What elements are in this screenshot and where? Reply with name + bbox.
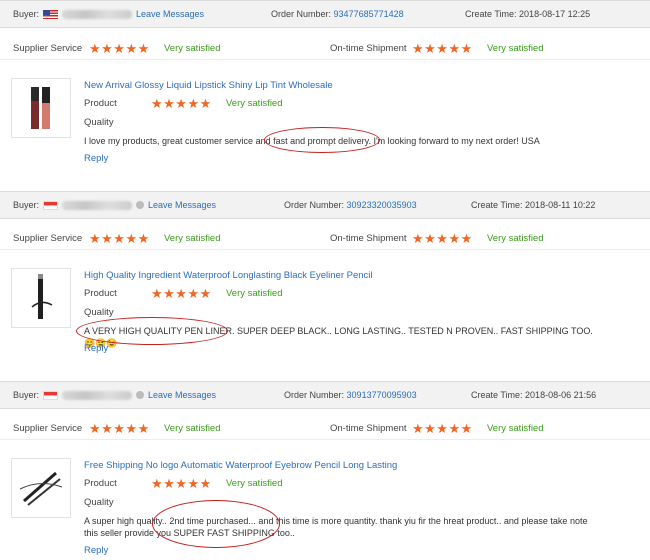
ontime-shipment-label: On-time Shipment (330, 43, 407, 54)
reply-link[interactable]: Reply (84, 153, 108, 164)
supplier-service-satisfaction: Very satisfied (164, 43, 221, 54)
leave-messages-link[interactable]: Leave Messages (136, 9, 204, 19)
product-title-link[interactable]: High Quality Ingredient Waterproof Longl… (84, 270, 373, 281)
review-1-ratings: Supplier Service ★★★★★ Very satisfied On… (0, 38, 650, 60)
quality-label: Quality (84, 307, 114, 318)
eyebrow-pencil-image (19, 471, 63, 506)
ontime-shipment-stars: ★★★★★ (412, 41, 473, 56)
lipstick-image (31, 87, 50, 129)
supplier-service-stars: ★★★★★ (89, 41, 150, 56)
quality-label: Quality (84, 497, 114, 508)
review-3-header: Buyer: Leave Messages Order Number: 3091… (0, 381, 650, 409)
sg-flag-icon (43, 390, 59, 400)
product-satisfaction: Very satisfied (226, 288, 283, 299)
product-satisfaction: Very satisfied (226, 98, 283, 109)
ontime-shipment-satisfaction: Very satisfied (487, 43, 544, 54)
order-number: Order Number: 93477685771428 (271, 9, 404, 19)
buyer-label: Buyer: (13, 200, 40, 210)
buyer-name-redacted (62, 9, 133, 19)
order-label: Order Number: (271, 9, 332, 19)
create-time: Create Time: 2018-08-11 10:22 (471, 200, 595, 210)
review-comment-line-2: this seller provide you SUPER FAST SHIPP… (84, 528, 295, 538)
product-label: Product (84, 288, 117, 299)
buyer-info: Buyer: Leave Messages (13, 200, 216, 210)
us-flag-icon (43, 9, 59, 19)
review-comment: I love my products, great customer servi… (84, 136, 540, 146)
product-satisfaction: Very satisfied (226, 478, 283, 489)
buyer-info: Buyer: Leave Messages (13, 390, 216, 400)
order-label: Order Number: (284, 390, 345, 400)
supplier-service-stars: ★★★★★ (89, 421, 150, 436)
order-label: Order Number: (284, 200, 345, 210)
product-stars: ★★★★★ (151, 286, 212, 301)
product-title-link[interactable]: Free Shipping No logo Automatic Waterpro… (84, 460, 397, 471)
order-number-link[interactable]: 93477685771428 (334, 9, 404, 19)
review-1-header: Buyer: Leave Messages Order Number: 9347… (0, 0, 650, 28)
reply-link[interactable]: Reply (84, 343, 108, 354)
product-thumbnail-eyeliner[interactable] (11, 268, 71, 328)
create-time-value: 2018-08-11 10:22 (525, 200, 596, 210)
ontime-shipment-label: On-time Shipment (330, 423, 407, 434)
sg-flag-icon (43, 200, 59, 210)
supplier-service-satisfaction: Very satisfied (164, 233, 221, 244)
create-time: Create Time: 2018-08-06 21:56 (471, 390, 596, 400)
product-label: Product (84, 478, 117, 489)
leave-messages-link[interactable]: Leave Messages (148, 390, 216, 400)
create-time-label: Create Time: (465, 9, 517, 19)
buyer-name-redacted (62, 390, 133, 400)
product-thumbnail-eyebrow-pencil[interactable] (11, 458, 71, 518)
buyer-label: Buyer: (13, 9, 40, 19)
ontime-shipment-stars: ★★★★★ (412, 421, 473, 436)
order-number: Order Number: 30923320035903 (284, 200, 417, 210)
create-time-value: 2018-08-17 12:25 (519, 9, 591, 19)
buyer-name-redacted (62, 200, 133, 210)
product-thumbnail-lipstick[interactable] (11, 78, 71, 138)
review-2-header: Buyer: Leave Messages Order Number: 3092… (0, 191, 650, 219)
product-label: Product (84, 98, 117, 109)
ontime-shipment-satisfaction: Very satisfied (487, 233, 544, 244)
buyer-avatar-icon (136, 201, 145, 209)
buyer-avatar-icon (136, 391, 145, 399)
supplier-service-label: Supplier Service (13, 423, 83, 434)
product-stars: ★★★★★ (151, 96, 212, 111)
buyer-info: Buyer: Leave Messages (13, 9, 204, 19)
create-time: Create Time: 2018-08-17 12:25 (465, 9, 590, 19)
supplier-service-label: Supplier Service (13, 43, 83, 54)
product-title-link[interactable]: New Arrival Glossy Liquid Lipstick Shiny… (84, 80, 333, 91)
review-comment-line-1: A super high quality.. 2nd time purchase… (84, 516, 588, 526)
product-stars: ★★★★★ (151, 476, 212, 491)
ontime-shipment-label: On-time Shipment (330, 233, 407, 244)
leave-messages-link[interactable]: Leave Messages (148, 200, 216, 210)
order-number: Order Number: 30913770095903 (284, 390, 417, 400)
quality-label: Quality (84, 117, 114, 128)
review-3-ratings: Supplier Service ★★★★★ Very satisfied On… (0, 418, 650, 440)
order-number-link[interactable]: 30923320035903 (347, 200, 417, 210)
create-time-label: Create Time: (471, 390, 523, 400)
order-number-link[interactable]: 30913770095903 (347, 390, 417, 400)
supplier-service-stars: ★★★★★ (89, 231, 150, 246)
eyeliner-image (31, 274, 53, 319)
reply-link[interactable]: Reply (84, 545, 108, 556)
create-time-value: 2018-08-06 21:56 (525, 390, 597, 400)
buyer-label: Buyer: (13, 390, 40, 400)
supplier-service-satisfaction: Very satisfied (164, 423, 221, 434)
review-2-ratings: Supplier Service ★★★★★ Very satisfied On… (0, 228, 650, 250)
ontime-shipment-stars: ★★★★★ (412, 231, 473, 246)
supplier-service-label: Supplier Service (13, 233, 83, 244)
ontime-shipment-satisfaction: Very satisfied (487, 423, 544, 434)
review-comment: A VERY HIGH QUALITY PEN LINER. SUPER DEE… (84, 326, 593, 348)
create-time-label: Create Time: (471, 200, 523, 210)
